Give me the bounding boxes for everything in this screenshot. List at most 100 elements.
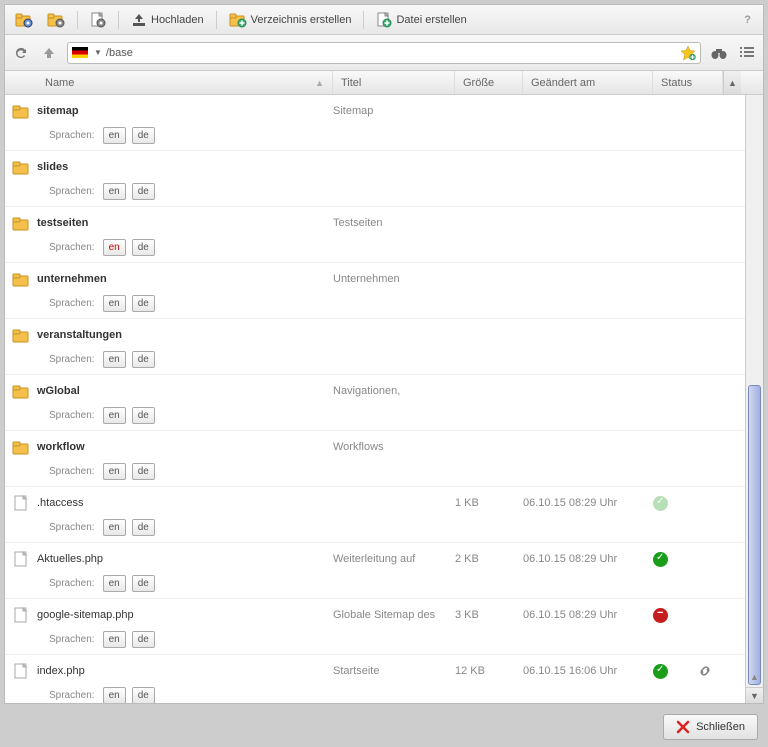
scrollbar-thumb[interactable]	[748, 385, 761, 685]
status-no-icon	[653, 608, 668, 623]
grid-header: Name ▲ Titel Größe Geändert am Status ▲	[5, 71, 763, 95]
file-name: Aktuelles.php	[37, 553, 333, 565]
list-view-button[interactable]	[737, 43, 757, 63]
up-button[interactable]	[39, 43, 59, 63]
scroll-down-button[interactable]: ▼	[746, 687, 763, 703]
lang-de-button[interactable]: de	[132, 127, 155, 144]
col-title-header[interactable]: Titel	[333, 71, 455, 94]
table-row[interactable]: sitemapSitemapSprachen:ende	[5, 95, 763, 151]
file-name: testseiten	[37, 217, 333, 229]
table-row[interactable]: testseitenTestseitenSprachen:ende	[5, 207, 763, 263]
lang-en-button[interactable]: en	[103, 463, 126, 480]
vertical-scrollbar[interactable]: ▲ ▼	[745, 95, 763, 703]
file-name: wGlobal	[37, 385, 333, 397]
file-name: google-sitemap.php	[37, 609, 333, 621]
file-name: sitemap	[37, 105, 333, 117]
star-icon	[680, 45, 696, 61]
toolbar-folder-button[interactable]	[43, 9, 69, 31]
binoculars-button[interactable]	[709, 43, 729, 63]
lang-de-button[interactable]: de	[132, 407, 155, 424]
create-file-button[interactable]: Datei erstellen	[372, 9, 470, 31]
create-dir-button[interactable]: Verzeichnis erstellen	[225, 9, 356, 31]
lang-en-button[interactable]: en	[103, 407, 126, 424]
file-name: slides	[37, 161, 333, 173]
dropdown-arrow-icon[interactable]: ▼	[94, 48, 102, 57]
help-button[interactable]: ?	[738, 12, 757, 28]
lang-de-button[interactable]: de	[132, 295, 155, 312]
col-date-header[interactable]: Geändert am	[523, 71, 653, 94]
main-toolbar: Hochladen Verzeichnis erstellen Datei er…	[5, 5, 763, 35]
folder-add-icon	[229, 12, 247, 28]
lang-en-button[interactable]: en	[103, 127, 126, 144]
file-size: 12 KB	[455, 665, 523, 677]
binoculars-icon	[710, 45, 728, 61]
path-bar[interactable]: ▼ /base	[67, 42, 701, 64]
status-ok-icon	[653, 552, 668, 567]
lang-en-button[interactable]: en	[103, 351, 126, 368]
lang-de-button[interactable]: de	[132, 183, 155, 200]
scroll-up-button[interactable]: ▲	[723, 71, 741, 94]
col-size-header[interactable]: Größe	[455, 71, 523, 94]
lang-en-button[interactable]: en	[103, 295, 126, 312]
table-row[interactable]: index.phpStartseite12 KB06.10.15 16:06 U…	[5, 655, 763, 703]
close-label: Schließen	[696, 721, 745, 733]
lang-en-button[interactable]: en	[103, 183, 126, 200]
table-row[interactable]: workflowWorkflowsSprachen:ende	[5, 431, 763, 487]
file-title: Workflows	[333, 441, 455, 453]
file-status	[653, 608, 697, 623]
toolbar-folder-gear-button[interactable]	[11, 9, 37, 31]
lang-de-button[interactable]: de	[132, 631, 155, 648]
lang-de-button[interactable]: de	[132, 575, 155, 592]
file-icon	[5, 663, 37, 679]
col-status-header[interactable]: Status	[653, 71, 723, 94]
favorite-button[interactable]	[680, 45, 696, 61]
lang-de-button[interactable]: de	[132, 239, 155, 256]
file-status	[653, 552, 697, 567]
status-ok-icon	[653, 664, 668, 679]
languages-label: Sprachen:	[49, 354, 95, 365]
lang-de-button[interactable]: de	[132, 351, 155, 368]
file-title: Unternehmen	[333, 273, 455, 285]
upload-button[interactable]: Hochladen	[127, 9, 208, 31]
file-date: 06.10.15 16:06 Uhr	[523, 665, 653, 677]
languages-label: Sprachen:	[49, 298, 95, 309]
table-row[interactable]: veranstaltungenSprachen:ende	[5, 319, 763, 375]
footer: Schließen	[0, 708, 768, 740]
refresh-button[interactable]	[11, 43, 31, 63]
link-icon[interactable]	[697, 663, 713, 679]
table-row[interactable]: .htaccess1 KB06.10.15 08:29 UhrSprachen:…	[5, 487, 763, 543]
scroll-collapse-button[interactable]: ▲	[746, 669, 763, 685]
lang-en-button[interactable]: en	[103, 575, 126, 592]
lang-en-button[interactable]: en	[103, 687, 126, 703]
toolbar-file-gear-button[interactable]	[86, 9, 110, 31]
lang-de-button[interactable]: de	[132, 463, 155, 480]
table-row[interactable]: Aktuelles.phpWeiterleitung auf2 KB06.10.…	[5, 543, 763, 599]
file-title: Globale Sitemap des	[333, 609, 455, 621]
folder-icon	[5, 328, 37, 343]
table-row[interactable]: wGlobalNavigationen,Sprachen:ende	[5, 375, 763, 431]
file-icon	[5, 495, 37, 511]
file-date: 06.10.15 08:29 Uhr	[523, 497, 653, 509]
nav-toolbar: ▼ /base	[5, 35, 763, 71]
lang-en-button[interactable]: en	[103, 239, 126, 256]
lang-de-button[interactable]: de	[132, 519, 155, 536]
folder-icon	[47, 12, 65, 28]
table-row[interactable]: google-sitemap.phpGlobale Sitemap des3 K…	[5, 599, 763, 655]
close-button[interactable]: Schließen	[663, 714, 758, 740]
languages-label: Sprachen:	[49, 186, 95, 197]
sort-indicator-icon: ▲	[315, 78, 324, 88]
lang-de-button[interactable]: de	[132, 687, 155, 703]
refresh-icon	[13, 45, 29, 61]
file-name: .htaccess	[37, 497, 333, 509]
list-icon	[739, 46, 755, 60]
languages-label: Sprachen:	[49, 130, 95, 141]
status-ok-light-icon	[653, 496, 668, 511]
table-row[interactable]: unternehmenUnternehmenSprachen:ende	[5, 263, 763, 319]
col-name-header[interactable]: Name ▲	[37, 71, 333, 94]
table-row[interactable]: slides Sprachen: ende	[5, 151, 763, 207]
file-title: Startseite	[333, 665, 455, 677]
lang-en-button[interactable]: en	[103, 631, 126, 648]
lang-en-button[interactable]: en	[103, 519, 126, 536]
file-size: 2 KB	[455, 553, 523, 565]
folder-icon	[5, 104, 37, 119]
